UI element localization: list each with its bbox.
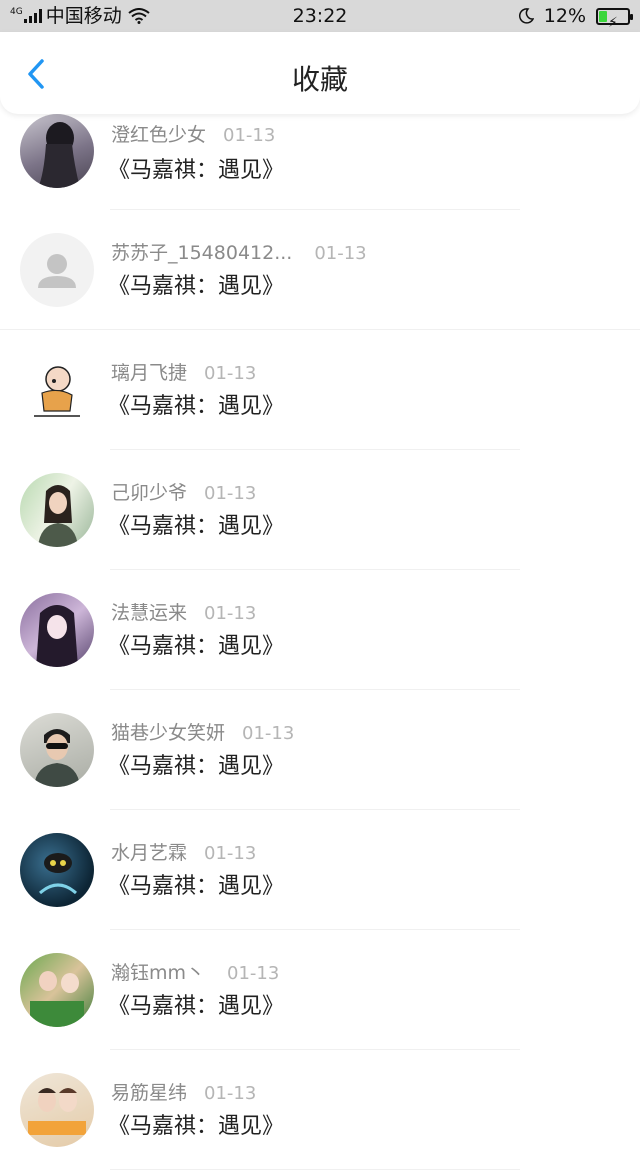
moon-icon bbox=[518, 8, 534, 24]
list-item[interactable]: 法慧运来 01-13 《马嘉祺：遇见》 bbox=[0, 570, 640, 690]
battery-icon: ⚡ bbox=[596, 7, 633, 31]
username: 璃月飞捷 bbox=[111, 362, 188, 384]
avatar bbox=[20, 473, 94, 547]
status-bar: 4G 中国移动 23:22 12% ⚡ bbox=[0, 0, 640, 32]
date: 01-13 bbox=[204, 1083, 257, 1104]
battery-percent: 12% bbox=[543, 5, 586, 27]
list-item[interactable]: 易筋星纬 01-13 《马嘉祺：遇见》 bbox=[0, 1050, 640, 1170]
username: 猫巷少女笑妍 bbox=[111, 722, 226, 744]
item-title: 《马嘉祺：遇见》 bbox=[108, 634, 285, 659]
item-title: 《马嘉祺：遇见》 bbox=[108, 158, 285, 183]
list-item[interactable]: 猫巷少女笑妍 01-13 《马嘉祺：遇见》 bbox=[0, 690, 640, 810]
date: 01-13 bbox=[204, 483, 257, 504]
item-title: 《马嘉祺：遇见》 bbox=[108, 754, 285, 779]
favorites-list: 澄红色少女 01-13 《马嘉祺：遇见》 苏苏子_15480412... 01-13… bbox=[0, 114, 640, 1170]
app-header: 收藏 bbox=[0, 32, 640, 114]
list-item[interactable]: 苏苏子_15480412... 01-13 《马嘉祺：遇见》 bbox=[0, 210, 640, 330]
date: 01-13 bbox=[204, 363, 257, 384]
list-item[interactable]: 水月艺霖 01-13 《马嘉祺：遇见》 bbox=[0, 810, 640, 930]
page-title: 收藏 bbox=[291, 63, 348, 96]
item-title: 《马嘉祺：遇见》 bbox=[108, 994, 285, 1019]
list-item[interactable]: 璃月飞捷 01-13 《马嘉祺：遇见》 bbox=[0, 330, 640, 450]
date: 01-13 bbox=[204, 603, 257, 624]
avatar bbox=[20, 593, 94, 667]
item-title: 《马嘉祺：遇见》 bbox=[108, 394, 285, 419]
date: 01-13 bbox=[204, 843, 257, 864]
item-title: 《马嘉祺：遇见》 bbox=[108, 1114, 285, 1139]
username: 苏苏子_15480412... bbox=[111, 242, 293, 264]
date: 01-13 bbox=[223, 125, 276, 146]
username: 易筋星纬 bbox=[111, 1082, 188, 1104]
avatar bbox=[20, 353, 94, 427]
avatar bbox=[20, 114, 94, 188]
avatar bbox=[20, 233, 94, 307]
item-title: 《马嘉祺：遇见》 bbox=[108, 514, 285, 539]
avatar bbox=[20, 833, 94, 907]
date: 01-13 bbox=[227, 963, 280, 984]
date: 01-13 bbox=[242, 723, 295, 744]
username: 法慧运来 bbox=[111, 602, 188, 624]
list-item[interactable]: 瀚钰mm丶 01-13 《马嘉祺：遇见》 bbox=[0, 930, 640, 1050]
username: 瀚钰mm丶 bbox=[111, 962, 206, 984]
list-item[interactable]: 澄红色少女 01-13 《马嘉祺：遇见》 bbox=[0, 114, 640, 210]
avatar bbox=[20, 953, 94, 1027]
avatar bbox=[20, 713, 94, 787]
username: 己卯少爷 bbox=[111, 482, 188, 504]
username: 澄红色少女 bbox=[111, 124, 207, 146]
item-title: 《马嘉祺：遇见》 bbox=[108, 274, 285, 299]
avatar bbox=[20, 1073, 94, 1147]
username: 水月艺霖 bbox=[111, 842, 188, 864]
date: 01-13 bbox=[314, 243, 367, 264]
item-title: 《马嘉祺：遇见》 bbox=[108, 874, 285, 899]
list-item[interactable]: 己卯少爷 01-13 《马嘉祺：遇见》 bbox=[0, 450, 640, 570]
